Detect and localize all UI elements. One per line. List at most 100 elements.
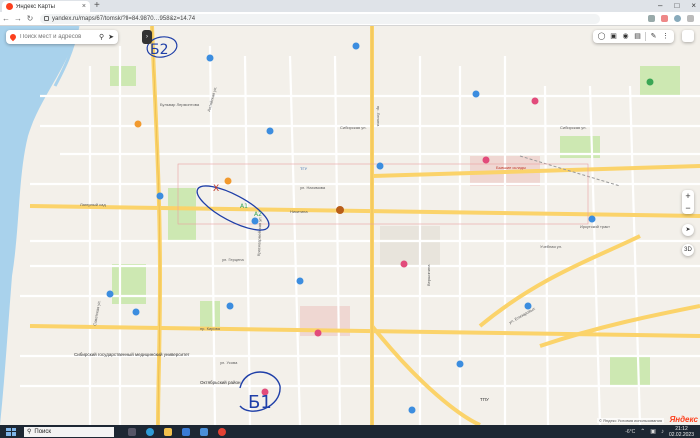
tab-yandex-maps[interactable]: Яндекс Карты × (2, 1, 90, 12)
annotation-a2: А2 (254, 211, 262, 218)
street-label: ул. Елизаровых (508, 306, 536, 325)
yandex-favicon-icon (6, 3, 13, 10)
zoom-out-button[interactable]: − (685, 202, 690, 214)
url-text: yandex.ru/maps/67/tomsk/?ll=84.9870…958&… (52, 15, 196, 22)
zoom-in-button[interactable]: + (685, 190, 690, 202)
map-copyright[interactable]: © Яндекс Условия использования (596, 418, 664, 423)
street-label: Сибирская ул. (340, 125, 367, 130)
park-area (610, 356, 650, 386)
task-view-icon[interactable] (128, 427, 136, 436)
street-label: ул. Нахимова (300, 185, 326, 190)
minimize-button[interactable]: – (658, 0, 662, 12)
browser-tab-bar: Яндекс Карты × + – □ × (0, 0, 700, 12)
menu-icon[interactable] (687, 15, 694, 22)
street-label: пр. Кирова (200, 326, 221, 331)
street-label: Советская ул. (92, 300, 101, 326)
close-window-button[interactable]: × (691, 0, 696, 12)
park-area (112, 264, 146, 304)
extension-icon[interactable] (661, 15, 668, 22)
street-label: Вершинина (426, 264, 431, 286)
street-label: пр. Ленина (376, 106, 381, 127)
chrome-icon[interactable] (218, 427, 226, 436)
tab-close-button[interactable]: × (82, 3, 86, 10)
weather-temperature[interactable]: -6°C (625, 429, 635, 435)
map-canvas[interactable]: Советская ул. пр. Ленина Красноармейская… (0, 26, 700, 425)
lock-icon (44, 16, 49, 21)
network-icon[interactable]: ▣ (650, 428, 656, 435)
place-label: Сибирский государственный медицинский ун… (74, 351, 190, 357)
chevron-up-icon[interactable]: ⌃ (640, 428, 645, 435)
street-label: Сибирская ул. (560, 125, 587, 130)
back-arrow-icon[interactable]: ← (0, 14, 12, 23)
store-icon[interactable] (182, 427, 190, 436)
annotation-x: Х (213, 184, 219, 194)
system-tray: -6°C ⌃ ▣ ♪ 21:12 02.02.2023 (625, 426, 700, 438)
street-label: ул. Герцена (222, 257, 244, 262)
place-label: Бывшие склады (496, 165, 526, 170)
profile-avatar[interactable] (682, 30, 694, 42)
search-icon[interactable]: ⚲ (99, 33, 104, 41)
panorama-icon[interactable]: ▣ (609, 32, 618, 41)
locate-me-icon[interactable]: ➤ (682, 224, 694, 236)
traffic-icon[interactable]: ◉ (621, 32, 630, 41)
map-drawing: Советская ул. пр. Ленина Красноармейская… (0, 26, 700, 425)
taskbar-apps (128, 427, 226, 436)
annotation-b2: Б2 (150, 42, 169, 58)
transport-icon[interactable]: ▤ (633, 32, 642, 41)
address-bar: ← → ↻ yandex.ru/maps/67/tomsk/?ll=84.987… (0, 12, 700, 26)
menu-icon[interactable]: ⋮ (661, 32, 670, 41)
volume-icon[interactable]: ♪ (661, 429, 664, 435)
clock[interactable]: 21:12 02.02.2023 (669, 426, 694, 438)
search-input[interactable] (20, 34, 95, 40)
yandex-pin-icon (8, 32, 18, 42)
park-area (200, 301, 220, 327)
windows-start-icon[interactable] (6, 427, 16, 436)
extensions-area (648, 15, 700, 22)
park-area (640, 66, 680, 96)
new-tab-button[interactable]: + (94, 0, 100, 12)
annotation-a1: А1 (240, 203, 248, 210)
file-explorer-icon[interactable] (164, 427, 172, 436)
maximize-button[interactable]: □ (674, 0, 679, 12)
river-tom (0, 26, 78, 425)
ruler-icon[interactable]: ✎ (649, 32, 658, 41)
reload-icon[interactable]: ↻ (24, 14, 36, 23)
mode-3d-button[interactable]: 3D (682, 244, 694, 256)
place-label: Октябрьский район (200, 379, 241, 385)
place-label: ТПУ (480, 397, 489, 402)
street-label: ул. Усова (220, 360, 238, 365)
zoom-control: + − (682, 190, 694, 214)
mail-icon[interactable] (200, 427, 208, 436)
block (380, 226, 440, 266)
place-label: Бульвар Лермонтова (160, 102, 200, 107)
window-controls: – □ × (658, 0, 696, 12)
route-icon[interactable]: ➤ (108, 33, 114, 41)
street-label: Никитина (290, 209, 308, 214)
taskbar-search[interactable]: ⚲ Поиск (24, 426, 114, 437)
street-label: Алтайская ул. (206, 86, 218, 112)
taskbar: ⚲ Поиск -6°C ⌃ ▣ ♪ 21:12 02.02.2023 (0, 425, 700, 438)
profile-icon[interactable] (674, 15, 681, 22)
street-label: Иркутский тракт (580, 224, 610, 229)
map-layers-toolbar: ◯ ▣ ◉ ▤ ✎ ⋮ (593, 30, 674, 43)
annotation-b1: Б1 (248, 392, 272, 413)
map-search-box: ⚲ ➤ (6, 30, 118, 44)
place-label: Лагерный сад (80, 202, 106, 207)
street-label: Красноармейская ул. (256, 216, 262, 256)
taskbar-search-label: Поиск (34, 428, 52, 435)
place-label: ТГУ (300, 166, 308, 171)
park-area (168, 188, 196, 240)
clock-date: 02.02.2023 (668, 431, 694, 438)
park-area (110, 66, 136, 86)
forward-arrow-icon[interactable]: → (12, 14, 24, 23)
extension-icon[interactable] (648, 15, 655, 22)
street-label: Учебная ул. (540, 244, 562, 249)
layers-icon[interactable]: ◯ (597, 32, 606, 41)
yandex-logo: Яндекс (669, 415, 698, 424)
street-grid (20, 45, 700, 425)
url-field[interactable]: yandex.ru/maps/67/tomsk/?ll=84.9870…958&… (40, 13, 600, 24)
search-icon: ⚲ (27, 429, 32, 435)
collapse-panel-button[interactable]: › (142, 30, 152, 44)
tab-title: Яндекс Карты (16, 3, 55, 10)
edge-icon[interactable] (146, 427, 154, 436)
